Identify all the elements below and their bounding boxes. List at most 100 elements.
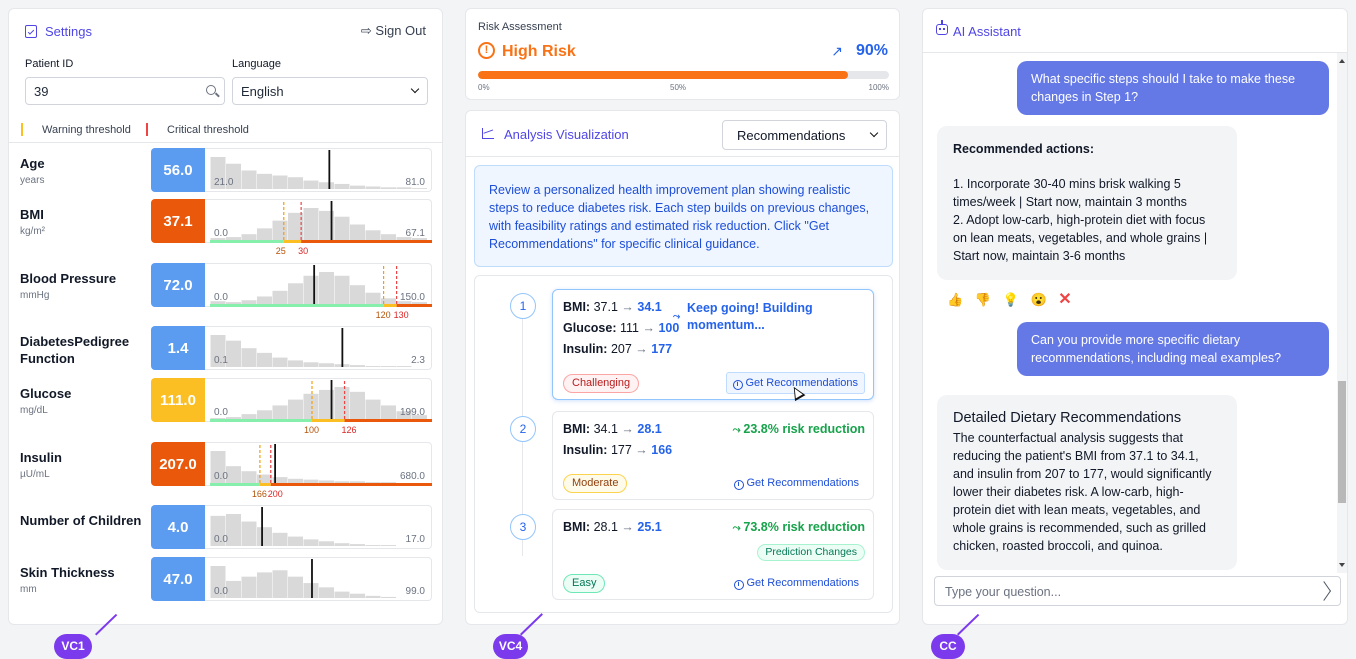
risk-level: High Risk	[502, 43, 576, 60]
feature-unit: µU/mL	[20, 469, 50, 480]
chat-input[interactable]: Type your question...	[934, 576, 1341, 606]
histogram-bin	[257, 410, 272, 419]
feature-histogram: 0.0 199.0	[205, 378, 432, 422]
feature-value: 111.0	[151, 378, 205, 422]
risk-reduction: ⤳ 73.8% risk reduction	[732, 520, 865, 534]
risk-title: Risk Assessment	[478, 21, 562, 33]
feature-row: Number of Children 4.0 0.0 17.0	[9, 505, 442, 561]
feature-value: 37.1	[151, 199, 205, 243]
histogram-bin	[350, 391, 365, 419]
message-line: 2. Adopt low-carb, high-protein diet wit…	[953, 213, 1208, 263]
thumbs-up-icon[interactable]: 👍	[947, 292, 963, 307]
histogram-bin	[319, 272, 334, 304]
histogram-bin	[365, 186, 381, 189]
settings-title: Settings	[45, 24, 92, 39]
get-recommendations-button[interactable]: i Get Recommendations	[728, 572, 866, 594]
histogram-bin	[381, 366, 396, 367]
histogram-max: 67.1	[405, 228, 425, 239]
patient-id-input[interactable]: 39	[25, 77, 225, 105]
clipboard-check-icon	[25, 25, 37, 38]
scroll-down-icon[interactable]	[1339, 563, 1345, 567]
feature-row: Blood Pressure mmHg 72.0 0.0 150.0 120 130	[9, 263, 442, 320]
feature-row: DiabetesPedigree Function 1.4 0.1 2.3	[9, 326, 442, 382]
user-message: What specific steps should I take to mak…	[1017, 61, 1329, 115]
chat-scrollbar[interactable]	[1337, 53, 1347, 573]
search-icon[interactable]	[206, 85, 216, 95]
feature-value: 207.0	[151, 442, 205, 486]
label-vc1: VC1	[54, 634, 92, 659]
histogram-bin	[226, 237, 241, 240]
language-select[interactable]: English	[232, 77, 428, 105]
patient-id-label: Patient ID	[25, 58, 74, 70]
histogram-max: 99.0	[405, 586, 425, 597]
change-line: Insulin: 177 → 166	[563, 443, 673, 457]
feature-histogram: 0.0 99.0	[205, 557, 432, 601]
warning-range-bar	[311, 419, 345, 422]
analysis-visualization-panel: Analysis Visualization Recommendations R…	[465, 110, 900, 625]
close-icon[interactable]: ✕	[1058, 291, 1071, 308]
critical-threshold-swatch	[146, 123, 148, 136]
normal-range-bar	[210, 240, 284, 243]
histogram-bin	[272, 175, 288, 189]
surprised-icon[interactable]: 😮	[1030, 292, 1046, 307]
lightbulb-icon[interactable]: 💡	[1003, 292, 1019, 307]
histogram-svg	[210, 150, 427, 189]
feature-histogram: 0.0 17.0	[205, 505, 432, 549]
info-icon: i	[733, 480, 744, 490]
histogram-bin	[241, 576, 257, 598]
histogram-bin	[350, 544, 365, 546]
settings-panel: Settings ⇨ Sign Out Patient ID Language …	[8, 8, 443, 625]
feature-unit: years	[20, 175, 45, 186]
get-recommendations-button[interactable]: i Get Recommendations	[728, 472, 866, 494]
message-line: 1. Incorporate 30-40 mins brisk walking …	[953, 177, 1187, 209]
assistant-message: Detailed Dietary Recommendations The cou…	[937, 395, 1237, 570]
step-card[interactable]: BMI: 34.1 → 28.1 Insulin: 177 → 166 ⤳ 23.8…	[552, 411, 874, 500]
sign-out-button[interactable]: ⇨ Sign Out	[361, 23, 426, 39]
histogram-min: 0.1	[214, 355, 228, 366]
scroll-thumb[interactable]	[1338, 381, 1346, 503]
thumbs-down-icon[interactable]: 👎	[975, 292, 991, 307]
warning-range-bar	[283, 240, 302, 243]
histogram-max: 2.3	[411, 355, 425, 366]
step-card[interactable]: BMI: 37.1 → 34.1 Glucose: 111 → 100 Insuli…	[552, 289, 874, 400]
difficulty-badge: Challenging	[563, 374, 640, 393]
message-body: The counterfactual analysis suggests tha…	[953, 431, 1212, 553]
feature-histogram: 0.0 67.1	[205, 199, 432, 243]
histogram-bin	[303, 275, 319, 304]
histogram-max: 199.0	[399, 407, 425, 418]
histogram-bin	[365, 399, 381, 419]
histogram-bin	[226, 302, 241, 304]
warning-threshold-swatch	[21, 123, 23, 136]
step-card[interactable]: BMI: 28.1 → 25.1 ⤳ 73.8% risk reduction Pr…	[552, 509, 874, 600]
view-select[interactable]: Recommendations	[722, 120, 887, 150]
histogram-bin	[334, 216, 350, 240]
chevron-down-icon	[410, 84, 420, 94]
risk-percent: 90%	[855, 42, 888, 59]
risk-progress-bar	[478, 71, 889, 79]
feature-unit: mm	[20, 584, 37, 595]
steps-timeline: 1 BMI: 37.1 → 34.1 Glucose: 111 → 100 Insul…	[474, 275, 893, 613]
send-icon[interactable]	[1317, 581, 1331, 601]
histogram-bin	[334, 591, 350, 598]
histogram-bin	[319, 541, 334, 546]
histogram-bin	[226, 514, 241, 546]
feature-unit: mmHg	[20, 290, 50, 301]
histogram-bin	[303, 393, 319, 419]
histogram-svg	[210, 380, 432, 422]
feature-name: Number of Children	[20, 513, 142, 528]
histogram-bin	[257, 296, 272, 304]
assistant-title: AI Assistant	[953, 24, 1021, 39]
histogram-bin	[381, 405, 396, 419]
histogram-bin	[381, 187, 396, 189]
change-line: Insulin: 207 → 177	[563, 342, 673, 356]
histogram-bin	[350, 185, 365, 189]
histogram-bin	[412, 188, 427, 189]
histogram-bin	[226, 580, 241, 598]
histogram-bin	[241, 170, 257, 189]
critical-range-bar	[301, 240, 432, 243]
histogram-svg	[210, 507, 396, 546]
scroll-up-icon[interactable]	[1339, 59, 1345, 63]
histogram-bin	[257, 572, 272, 598]
histogram-bin	[288, 360, 303, 367]
user-message: Can you provide more specific dietary re…	[1017, 322, 1329, 376]
